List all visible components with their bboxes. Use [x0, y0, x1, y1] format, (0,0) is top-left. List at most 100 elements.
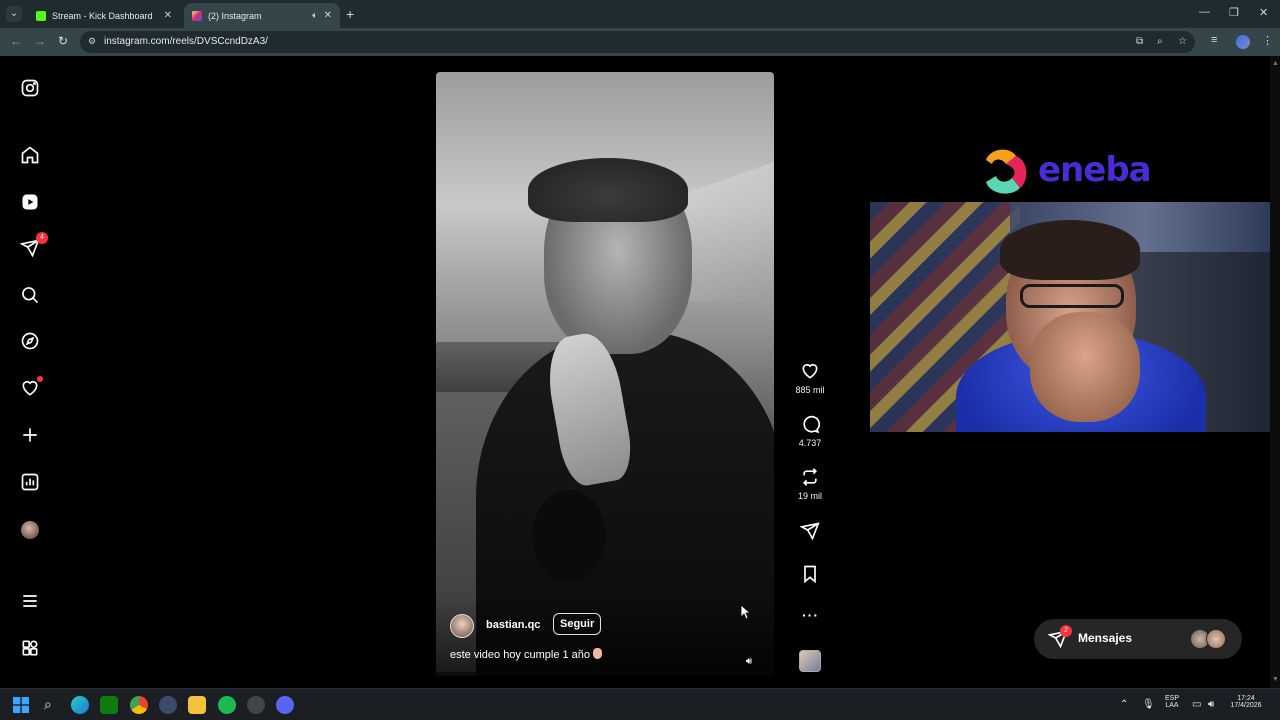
microphone-tray-icon[interactable]: 🎙︎ — [1142, 699, 1155, 710]
reload-button[interactable]: ↻ — [58, 34, 68, 48]
taskbar: ⌕ ⌃ 🎙︎ ESP LAA ▭ 🔊︎ 17:24 17/4/2026 — [0, 688, 1280, 720]
share-button[interactable] — [790, 521, 830, 541]
browser-toolbar: ← → ↻ ⚙ instagram.com/reels/DVSCcndDzA3/… — [0, 28, 1280, 56]
scroll-down-arrow-icon[interactable]: ▼ — [1272, 676, 1279, 683]
tab-title: (2) Instagram — [208, 10, 262, 21]
reel-caption[interactable]: este video hoy cumple 1 año — [450, 648, 603, 661]
sidebar: 4 — [0, 56, 60, 688]
explore-icon[interactable] — [20, 331, 40, 351]
instagram-page: 4 bastian.qc Seguir este video hoy cumpl… — [0, 56, 1270, 688]
clock-time: 17:24 — [1237, 695, 1255, 702]
clock[interactable]: 17:24 17/4/2026 — [1222, 695, 1270, 709]
install-app-icon[interactable]: ⧉ — [1136, 36, 1143, 47]
create-icon[interactable] — [20, 425, 40, 445]
message-contact-avatar — [1206, 629, 1226, 649]
tray-overflow-icon[interactable]: ⌃ — [1120, 699, 1128, 710]
webcam-overlay — [870, 202, 1270, 432]
bookmark-star-icon[interactable]: ☆ — [1178, 36, 1187, 47]
instagram-logo-icon[interactable] — [20, 78, 40, 98]
follow-button[interactable]: Seguir — [553, 613, 602, 635]
spotify-app-icon[interactable] — [218, 696, 236, 714]
language-code: ESP — [1164, 695, 1179, 702]
file-explorer-icon[interactable] — [188, 696, 206, 714]
reel-bottom-gradient — [436, 596, 774, 676]
eneba-mark-icon — [986, 149, 1027, 194]
save-button[interactable] — [790, 564, 830, 584]
site-info-icon[interactable]: ⚙ — [88, 36, 96, 47]
tab-instagram[interactable]: (2) Instagram 🔈︎ ✕ — [184, 3, 340, 28]
messages-badge: 4 — [36, 232, 48, 244]
forward-button[interactable]: → — [34, 34, 46, 48]
notifications-icon[interactable] — [20, 376, 43, 398]
mouse-cursor-icon — [740, 604, 750, 620]
keyboard-layout: LAA — [1165, 702, 1179, 709]
reel-author-username[interactable]: bastian.qc — [486, 619, 540, 631]
tab-search-button[interactable]: ⌄ — [6, 6, 22, 22]
more-options-icon[interactable]: ··· — [802, 607, 819, 623]
address-url[interactable]: instagram.com/reels/DVSCcndDzA3/ — [104, 36, 268, 47]
dashboard-icon[interactable] — [20, 472, 40, 492]
reel-video[interactable]: bastian.qc Seguir este video hoy cumple … — [436, 72, 774, 676]
tab-close-icon[interactable]: ✕ — [164, 10, 172, 21]
windows-start-icon[interactable] — [13, 697, 29, 713]
close-window-button[interactable]: ✕ — [1259, 6, 1268, 19]
reels-icon[interactable] — [20, 192, 40, 212]
instagram-favicon-icon — [192, 10, 202, 21]
chrome-app-icon[interactable] — [130, 696, 148, 714]
reel-author-avatar[interactable] — [450, 614, 474, 638]
tab-close-icon[interactable]: ✕ — [324, 10, 332, 21]
search-icon[interactable] — [20, 285, 40, 305]
like-count: 885 mil — [795, 385, 825, 395]
app-icon[interactable] — [247, 696, 265, 714]
reel-caption-text: este video hoy cumple 1 año — [450, 649, 591, 661]
zoom-icon[interactable]: ⌕ — [1157, 36, 1163, 47]
tab-kick-dashboard[interactable]: Stream - Kick Dashboard ✕ — [28, 3, 180, 28]
home-icon[interactable] — [20, 145, 40, 165]
repost-icon — [802, 468, 818, 486]
network-icon[interactable]: ▭ — [1192, 699, 1201, 710]
send-icon — [800, 522, 820, 541]
discord-app-icon[interactable] — [276, 696, 294, 714]
kick-favicon-icon — [36, 10, 46, 21]
bookmark-icon — [804, 565, 816, 584]
scroll-up-arrow-icon[interactable]: ▲ — [1272, 60, 1279, 67]
page-scrollbar[interactable] — [1270, 56, 1280, 688]
audio-track-thumbnail[interactable] — [799, 650, 821, 672]
language-indicator[interactable]: ESP LAA — [1161, 695, 1183, 709]
audio-toggle-icon[interactable]: 🔊︎ — [742, 656, 756, 670]
minimize-button[interactable]: — — [1199, 6, 1210, 18]
webcam-person-hands — [1030, 312, 1140, 422]
new-tab-button[interactable]: + — [346, 6, 354, 22]
notifications-dot — [37, 376, 43, 382]
reading-list-icon[interactable]: ≡ — [1211, 34, 1217, 46]
back-button[interactable]: ← — [10, 34, 22, 48]
taskbar-search-icon[interactable]: ⌕ — [44, 696, 52, 713]
messages-icon[interactable]: 4 — [20, 232, 48, 258]
comment-count: 4.737 — [798, 438, 822, 448]
sponsor-logo: eneba — [980, 144, 1152, 200]
comment-button[interactable]: 4.737 — [790, 414, 830, 448]
restore-button[interactable]: ❐ — [1229, 6, 1239, 19]
also-from-meta-icon[interactable] — [20, 638, 40, 658]
app-icon[interactable] — [159, 696, 177, 714]
webcam-person-hair — [1000, 220, 1140, 280]
profile-avatar[interactable] — [21, 521, 39, 539]
edge-app-icon[interactable] — [71, 696, 89, 714]
heart-icon — [802, 363, 818, 379]
repost-button[interactable]: 19 mil — [790, 467, 830, 501]
volume-icon[interactable]: 🔊︎ — [1208, 699, 1214, 710]
address-bar[interactable]: ⚙ instagram.com/reels/DVSCcndDzA3/ ⧉ ⌕ ☆ — [80, 31, 1195, 53]
browser-profile-avatar[interactable] — [1236, 35, 1250, 49]
xbox-app-icon[interactable] — [100, 696, 118, 714]
thumbs-up-emoji-icon — [593, 648, 603, 659]
comment-icon — [803, 415, 820, 434]
clock-date: 17/4/2026 — [1230, 702, 1262, 709]
like-button[interactable]: 885 mil — [790, 361, 830, 395]
tab-audio-icon[interactable]: 🔈︎ — [312, 10, 317, 21]
messages-pill-badge: 2 — [1060, 625, 1072, 637]
more-menu-icon[interactable] — [20, 591, 40, 611]
webcam-person-glasses — [1020, 284, 1124, 308]
browser-menu-icon[interactable]: ⋮ — [1262, 34, 1273, 47]
tab-title: Stream - Kick Dashboard — [52, 10, 153, 21]
messages-button[interactable]: 2 Mensajes — [1034, 619, 1242, 659]
